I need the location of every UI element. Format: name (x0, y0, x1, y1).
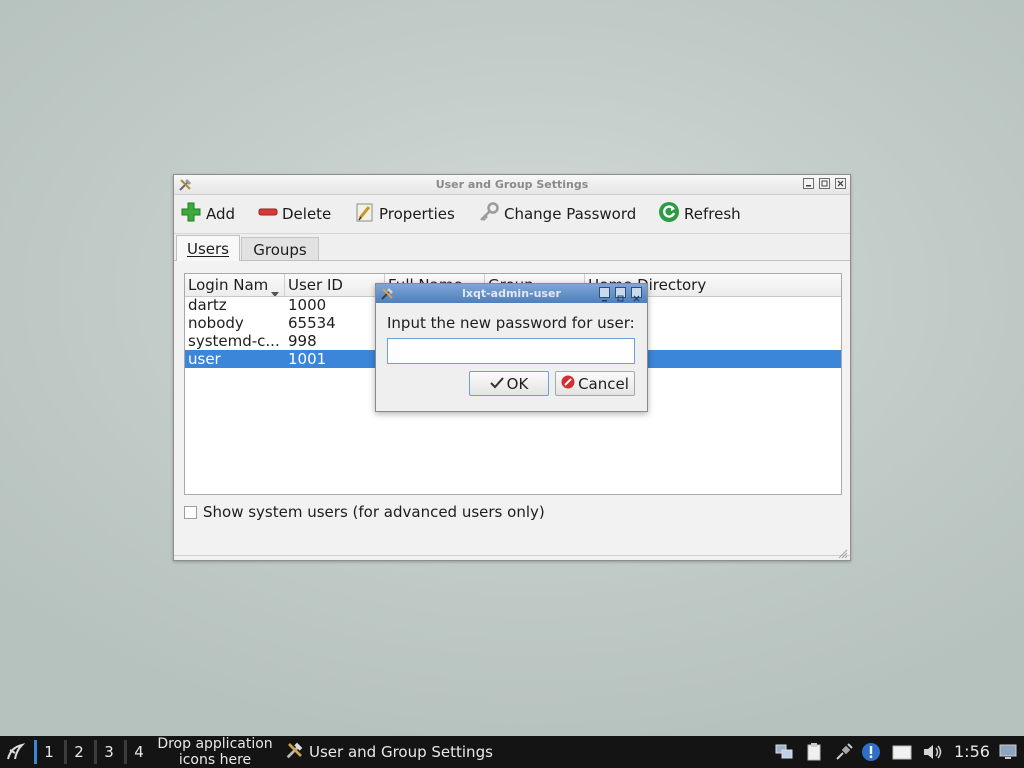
workspace-1[interactable]: 1 (38, 738, 60, 766)
refresh-button[interactable]: Refresh (658, 201, 741, 227)
workspace-separator (124, 740, 127, 764)
taskbar-task-user-group-settings[interactable]: User and Group Settings (285, 738, 493, 766)
column-login-name[interactable]: Login Nam (185, 274, 285, 296)
column-user-id[interactable]: User ID (285, 274, 385, 296)
cell-uid: 1000 (288, 296, 327, 314)
tab-groups[interactable]: Groups (241, 237, 319, 261)
window-title: User and Group Settings (435, 178, 589, 191)
workspace-3[interactable]: 3 (98, 738, 120, 766)
tab-users[interactable]: Users (176, 235, 240, 261)
workspace-2[interactable]: 2 (68, 738, 90, 766)
add-button[interactable]: Add (180, 201, 235, 227)
show-system-users-checkbox[interactable] (184, 506, 197, 519)
toolbar: Add Delete Properties Change Password Re… (174, 195, 850, 234)
taskbar: 1 2 3 4 Drop application icons here User… (0, 736, 1024, 768)
network-icon[interactable] (774, 742, 794, 762)
minimize-button[interactable] (803, 178, 814, 189)
change-password-dialog: lxqt-admin-user Input the new password f… (375, 283, 648, 412)
dialog-close-button[interactable] (631, 287, 642, 302)
workspace-separator (94, 740, 97, 764)
cell-login: systemd-c... (188, 332, 280, 350)
properties-icon (355, 201, 375, 227)
plug-icon[interactable] (834, 742, 854, 762)
show-desktop-icon[interactable] (998, 742, 1018, 762)
cell-login: nobody (188, 314, 244, 332)
cell-uid: 1001 (288, 350, 327, 368)
refresh-icon (658, 201, 680, 227)
show-system-users-label[interactable]: Show system users (for advanced users on… (203, 502, 545, 522)
change-password-button[interactable]: Change Password (478, 201, 636, 227)
checkmark-icon (489, 375, 504, 393)
clock[interactable]: 1:56 (954, 736, 990, 768)
start-menu-icon[interactable] (4, 741, 26, 767)
volume-icon[interactable] (922, 742, 942, 762)
workspace-separator (64, 740, 67, 764)
delete-button[interactable]: Delete (258, 203, 331, 225)
properties-button[interactable]: Properties (355, 203, 455, 225)
resize-grip-icon[interactable] (838, 544, 848, 563)
maximize-button[interactable] (819, 178, 830, 189)
ok-button[interactable]: OK (469, 371, 549, 396)
cell-uid: 65534 (288, 314, 336, 332)
tools-icon (285, 740, 305, 764)
cell-uid: 998 (288, 332, 317, 350)
password-prompt: Input the new password for user: (387, 314, 635, 332)
sort-down-icon (271, 282, 279, 296)
dialog-minimize-button[interactable] (599, 287, 610, 302)
cell-login: user (188, 350, 221, 368)
close-button[interactable] (835, 178, 846, 189)
workspace-active-indicator (34, 740, 37, 764)
notification-icon[interactable] (861, 742, 881, 762)
cancel-icon (561, 375, 575, 393)
plus-icon (180, 201, 202, 227)
status-bar (174, 549, 850, 560)
key-icon (478, 201, 500, 227)
dialog-titlebar[interactable]: lxqt-admin-user (376, 284, 647, 303)
clipboard-icon[interactable] (804, 742, 824, 762)
workspace-4[interactable]: 4 (128, 738, 150, 766)
window-titlebar[interactable]: User and Group Settings (174, 175, 850, 195)
minus-icon (258, 201, 278, 227)
cancel-button[interactable]: Cancel (555, 371, 635, 396)
password-input[interactable] (387, 338, 635, 364)
dialog-maximize-button[interactable] (615, 287, 626, 302)
cell-login: dartz (188, 296, 227, 314)
quicklaunch-drop-zone[interactable]: Drop application icons here (150, 736, 280, 768)
desktop-icon[interactable] (892, 742, 912, 762)
